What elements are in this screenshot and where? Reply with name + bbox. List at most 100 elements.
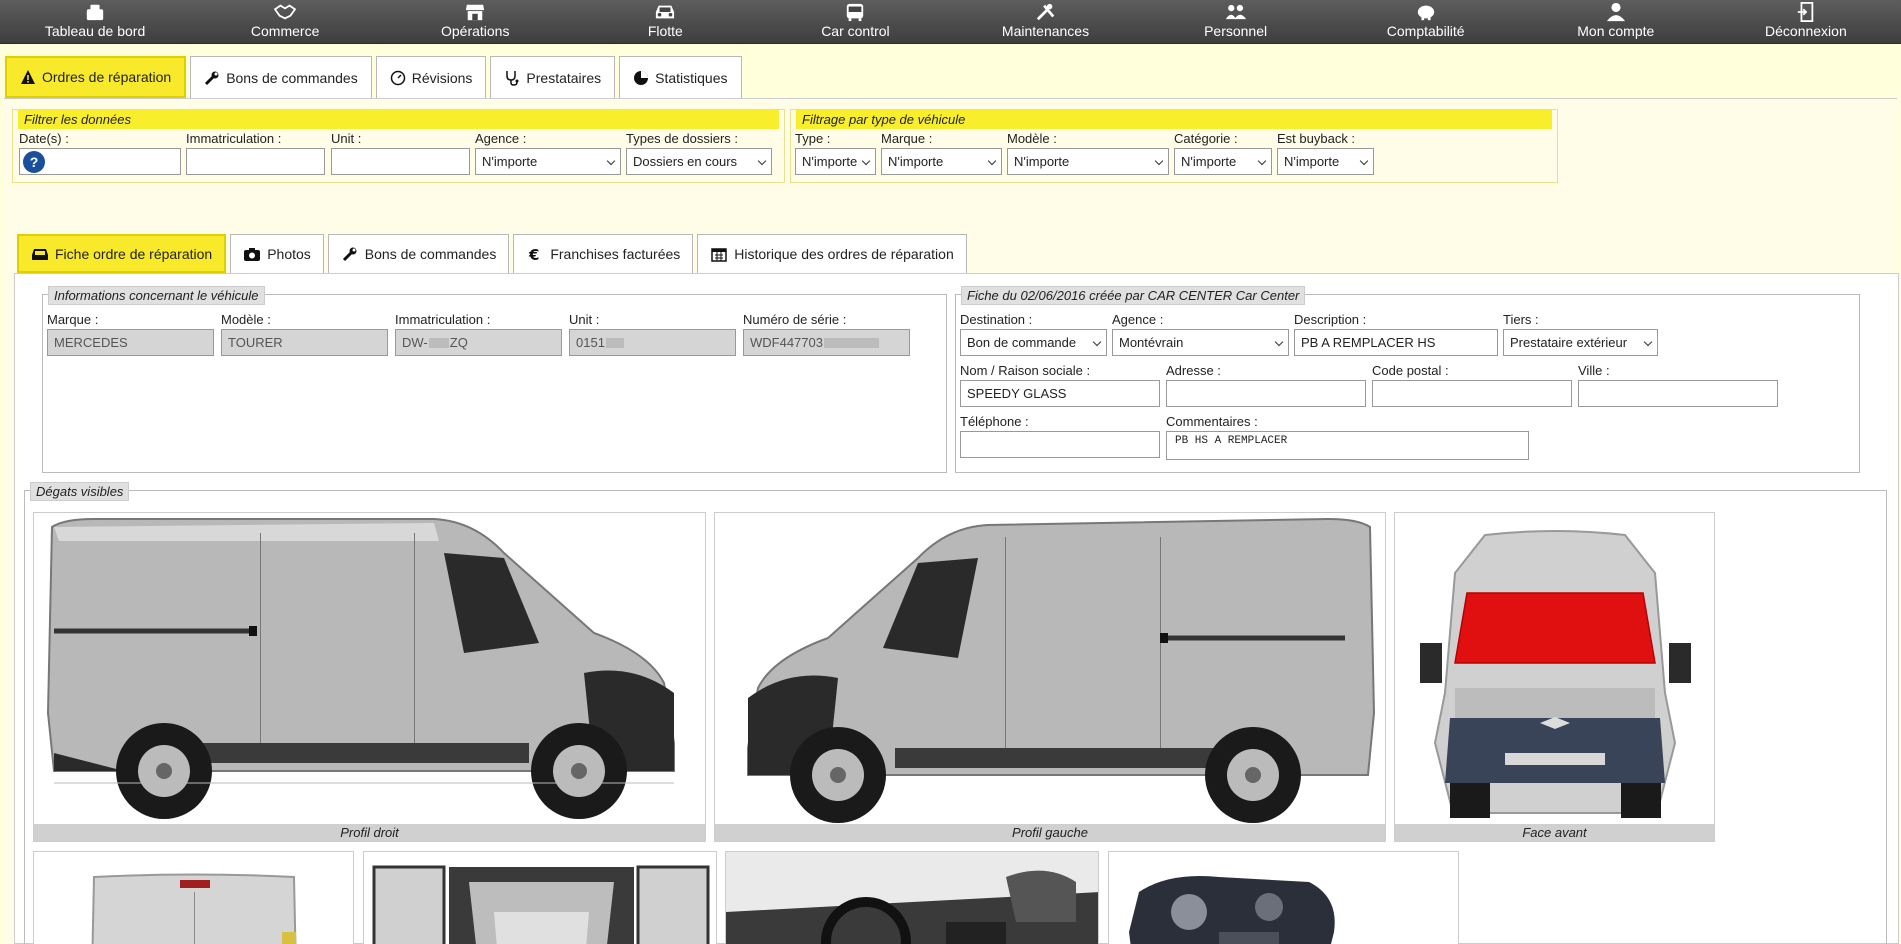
wrench-icon [342, 247, 357, 262]
description-field: Description : PB A REMPLACER HS [1294, 312, 1498, 356]
agence-select[interactable]: Montévrain [1112, 329, 1289, 356]
tab-prestataires[interactable]: Prestataires [490, 56, 616, 98]
types-dossiers-field: Types de dossiers : Dossiers en cours [626, 131, 772, 175]
buyback-field: Est buyback : N'importe [1277, 131, 1374, 175]
commentaires-textarea[interactable]: PB HS A REMPLACER [1166, 431, 1529, 460]
code-postal-field: Code postal : [1372, 363, 1572, 407]
nav-mon-compte[interactable]: Mon compte [1521, 0, 1711, 43]
immat-value: DW- ZQ [395, 329, 562, 356]
subtab-historique[interactable]: Historique des ordres de réparation [697, 234, 967, 273]
nav-comptabilite[interactable]: Comptabilité [1331, 0, 1521, 43]
damage-view-moteur[interactable] [1108, 851, 1459, 944]
damage-view-cabine[interactable] [725, 851, 1099, 944]
sub-tabs: Fiche ordre de réparation Photos Bons de… [17, 234, 967, 273]
fiche-title: Fiche du 02/06/2016 créée par CAR CENTER… [961, 286, 1306, 305]
blurred-text [428, 338, 449, 348]
store-icon [466, 4, 485, 21]
nav-maintenances[interactable]: Maintenances [950, 0, 1140, 43]
wrench-icon [205, 71, 219, 85]
nom-field: Nom / Raison sociale : SPEEDY GLASS [960, 363, 1160, 407]
nav-dashboard[interactable]: Tableau de bord [0, 0, 190, 43]
unit-filter-input[interactable] [331, 148, 470, 175]
tiers-select[interactable]: Prestataire extérieur [1503, 329, 1658, 356]
van-rear-image [91, 873, 297, 944]
code-postal-input[interactable] [1372, 380, 1572, 407]
car-icon [32, 248, 48, 260]
modele-filter-select[interactable]: N'importe [1007, 148, 1169, 175]
tab-statistiques[interactable]: Statistiques [619, 56, 742, 98]
damage-view-profil-gauche[interactable]: Profil gauche [714, 512, 1386, 842]
bus-icon [847, 3, 864, 22]
categorie-select[interactable]: N'importe [1174, 148, 1272, 175]
damage-view-interieur-cargo[interactable] [363, 851, 717, 944]
nom-input[interactable]: SPEEDY GLASS [960, 380, 1160, 407]
categorie-field: Catégorie : N'importe [1174, 131, 1272, 175]
serie-value: WDF447703 [743, 329, 910, 356]
modele-field: Modèle : TOURER [221, 312, 388, 356]
destination-field: Destination : Bon de commande [960, 312, 1107, 356]
dashboard-icon [86, 4, 104, 21]
piggy-bank-icon [1417, 5, 1434, 21]
adresse-input[interactable] [1166, 380, 1366, 407]
subtab-franchises[interactable]: € Franchises facturées [513, 234, 694, 273]
subtab-fiche[interactable]: Fiche ordre de réparation [17, 234, 227, 273]
agence-filter-select[interactable]: N'importe [475, 148, 621, 175]
van-front-image [1420, 530, 1691, 818]
van-right-profile-image [46, 518, 675, 819]
type-field: Type : N'importe [795, 131, 876, 175]
tiers-field: Tiers : Prestataire extérieur [1503, 312, 1658, 356]
commentaires-field: Commentaires : PB HS A REMPLACER [1166, 414, 1529, 460]
vehicle-filter-title: Filtrage par type de véhicule [796, 110, 1552, 129]
vehicle-info-section: Informations concernant le véhicule Marq… [42, 286, 947, 473]
caption-profil-gauche: Profil gauche [715, 824, 1385, 841]
type-select[interactable]: N'importe [795, 148, 876, 175]
svg-text:€: € [528, 246, 539, 262]
blurred-text [823, 338, 879, 348]
nav-car-control[interactable]: Car control [760, 0, 950, 43]
unit-field: Unit : 0151 [569, 312, 736, 356]
nav-deconnexion[interactable]: Déconnexion [1711, 0, 1901, 43]
unit-filter-field: Unit : [331, 131, 470, 175]
nav-personnel[interactable]: Personnel [1141, 0, 1331, 43]
subtab-bons-commandes[interactable]: Bons de commandes [327, 234, 510, 273]
calendar-icon [711, 248, 728, 262]
tools-icon [1036, 3, 1054, 21]
nav-operations[interactable]: Opérations [380, 0, 570, 43]
dates-input[interactable]: ? [19, 148, 181, 175]
damage-view-profil-droit[interactable]: Profil droit [33, 512, 706, 842]
marque-field: Marque : MERCEDES [47, 312, 214, 356]
types-dossiers-select[interactable]: Dossiers en cours [626, 148, 772, 175]
tab-revisions[interactable]: Révisions [375, 56, 487, 98]
users-icon [1225, 4, 1246, 20]
telephone-input[interactable] [960, 431, 1160, 458]
nav-commerce[interactable]: Commerce [190, 0, 380, 43]
damaged-windshield [1454, 592, 1656, 664]
van-cargo-open-image [372, 865, 710, 944]
blurred-text [605, 338, 624, 348]
dates-field: Date(s) : ? [19, 131, 181, 175]
damage-view-arriere[interactable] [33, 851, 354, 944]
tab-bons-commandes[interactable]: Bons de commandes [190, 56, 372, 98]
marque-filter-field: Marque : N'importe [881, 131, 1002, 175]
fiche-section: Fiche du 02/06/2016 créée par CAR CENTER… [955, 286, 1860, 473]
damage-view-face-avant[interactable]: Face avant [1394, 512, 1715, 842]
degats-title: Dégats visibles [30, 482, 130, 501]
subtab-photos[interactable]: Photos [230, 234, 324, 273]
description-input[interactable]: PB A REMPLACER HS [1294, 329, 1498, 356]
logout-icon [1797, 2, 1814, 22]
buyback-select[interactable]: N'importe [1277, 148, 1374, 175]
tab-ordres-reparation[interactable]: Ordres de réparation [5, 56, 187, 98]
help-icon[interactable]: ? [23, 151, 45, 173]
destination-select[interactable]: Bon de commande [960, 329, 1107, 356]
van-cabin-image [726, 852, 1098, 944]
immat-filter-input[interactable] [186, 148, 325, 175]
immat-field: Immatriculation : DW- ZQ [395, 312, 562, 356]
nav-flotte[interactable]: Flotte [570, 0, 760, 43]
gauge-icon [390, 70, 405, 85]
stethoscope-icon [506, 70, 519, 86]
ville-input[interactable] [1578, 380, 1778, 407]
caption-face-avant: Face avant [1395, 824, 1714, 841]
user-icon [1606, 2, 1625, 22]
marque-filter-select[interactable]: N'importe [881, 148, 1002, 175]
camera-icon [244, 248, 261, 261]
